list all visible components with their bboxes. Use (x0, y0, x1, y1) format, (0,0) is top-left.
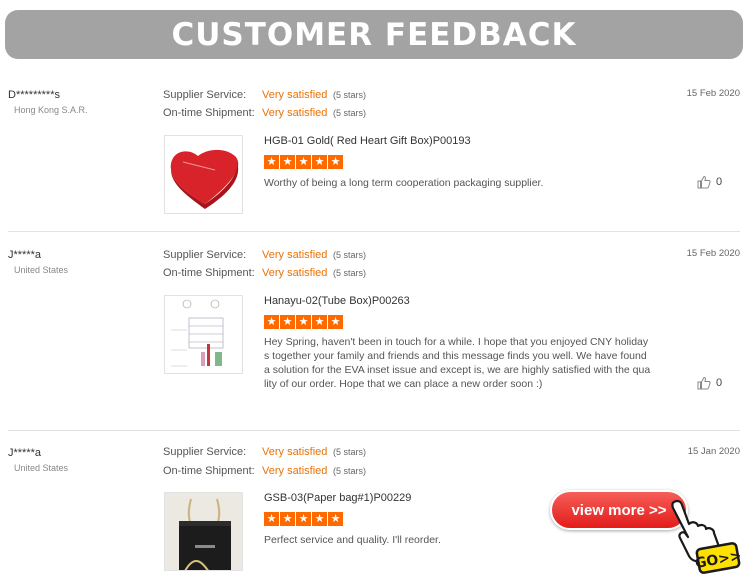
review-date: 15 Feb 2020 (686, 248, 740, 259)
review-date: 15 Jan 2020 (687, 446, 740, 457)
buyer-country: United States (14, 463, 69, 473)
product-title[interactable]: GSB-03(Paper bag#1)P00229 (264, 492, 411, 504)
review-divider (8, 231, 740, 232)
review-date: 15 Feb 2020 (686, 88, 740, 99)
like-count: 0 (716, 377, 723, 389)
product-star-rating: ★ ★ ★ ★ ★ (264, 155, 343, 169)
ontime-shipment-stars: (5 stars) (333, 268, 367, 278)
supplier-service-rating: Supplier Service: Very satisfied (5 star… (163, 89, 366, 101)
ontime-shipment-stars: (5 stars) (333, 466, 367, 476)
star-icon: ★ (312, 155, 327, 169)
ontime-shipment-rating: On-time Shipment: Very satisfied (5 star… (163, 465, 366, 477)
ontime-shipment-rating: On-time Shipment: Very satisfied (5 star… (163, 107, 366, 119)
buyer-country: Hong Kong S.A.R. (14, 105, 88, 115)
supplier-service-value: Very satisfied (262, 89, 328, 101)
paper-bag-image (165, 493, 242, 570)
ontime-shipment-value: Very satisfied (262, 267, 328, 279)
star-icon: ★ (264, 315, 279, 329)
star-icon: ★ (328, 315, 343, 329)
supplier-service-stars: (5 stars) (333, 250, 367, 260)
supplier-service-stars: (5 stars) (333, 90, 367, 100)
product-thumbnail[interactable] (164, 295, 243, 374)
page-title: CUSTOMER FEEDBACK (171, 16, 577, 53)
star-icon: ★ (312, 512, 327, 526)
star-icon: ★ (328, 512, 343, 526)
ontime-shipment-label: On-time Shipment: (163, 267, 255, 279)
star-icon: ★ (280, 155, 295, 169)
supplier-service-value: Very satisfied (262, 446, 328, 458)
star-icon: ★ (280, 512, 295, 526)
star-icon: ★ (296, 315, 311, 329)
product-star-rating: ★ ★ ★ ★ ★ (264, 315, 343, 329)
like-button[interactable]: 0 (697, 376, 722, 390)
buyer-name: D*********s (8, 89, 60, 101)
star-icon: ★ (264, 512, 279, 526)
product-star-rating: ★ ★ ★ ★ ★ (264, 512, 343, 526)
product-title[interactable]: Hanayu-02(Tube Box)P00263 (264, 295, 410, 307)
buyer-name: J*****a (8, 447, 42, 459)
buyer-country: United States (14, 265, 69, 275)
supplier-service-stars: (5 stars) (333, 447, 367, 457)
buyer-name: J*****a (8, 249, 42, 261)
product-thumbnail[interactable] (164, 135, 243, 214)
product-title[interactable]: HGB-01 Gold( Red Heart Gift Box)P00193 (264, 135, 471, 147)
star-icon: ★ (296, 512, 311, 526)
go-badge[interactable]: GO>> (662, 498, 742, 574)
supplier-service-rating: Supplier Service: Very satisfied (5 star… (163, 446, 366, 458)
supplier-service-label: Supplier Service: (163, 249, 247, 261)
review-comment: Worthy of being a long term cooperation … (264, 177, 544, 189)
thumbs-up-icon (697, 175, 711, 189)
supplier-service-label: Supplier Service: (163, 89, 247, 101)
thumbs-up-icon (697, 376, 711, 390)
star-icon: ★ (264, 155, 279, 169)
ontime-shipment-rating: On-time Shipment: Very satisfied (5 star… (163, 267, 366, 279)
tube-box-diagram-image (165, 296, 242, 373)
ontime-shipment-value: Very satisfied (262, 107, 328, 119)
like-button[interactable]: 0 (697, 175, 722, 189)
ontime-shipment-value: Very satisfied (262, 465, 328, 477)
review-comment: Perfect service and quality. I'll reorde… (264, 534, 441, 546)
supplier-service-value: Very satisfied (262, 249, 328, 261)
star-icon: ★ (328, 155, 343, 169)
ontime-shipment-stars: (5 stars) (333, 108, 367, 118)
product-thumbnail[interactable] (164, 492, 243, 571)
star-icon: ★ (296, 155, 311, 169)
like-count: 0 (716, 176, 723, 188)
supplier-service-label: Supplier Service: (163, 446, 247, 458)
review-divider (8, 430, 740, 431)
ontime-shipment-label: On-time Shipment: (163, 107, 255, 119)
view-more-label: view more >> (571, 501, 667, 519)
supplier-service-rating: Supplier Service: Very satisfied (5 star… (163, 249, 366, 261)
review-comment: Hey Spring, haven't been in touch for a … (264, 336, 651, 390)
star-icon: ★ (312, 315, 327, 329)
ontime-shipment-label: On-time Shipment: (163, 465, 255, 477)
feedback-banner: CUSTOMER FEEDBACK (5, 10, 743, 59)
star-icon: ★ (280, 315, 295, 329)
red-heart-box-image (165, 136, 242, 213)
